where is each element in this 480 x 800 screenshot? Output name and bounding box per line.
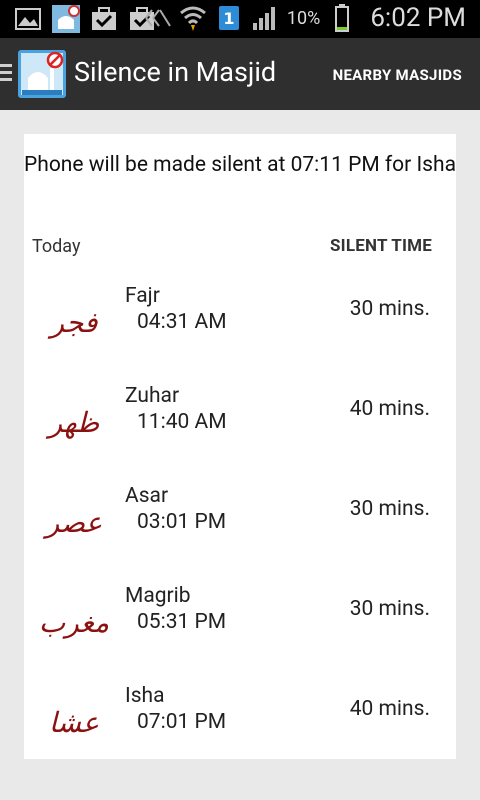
fajr-calligraphy-icon: فجر — [50, 305, 98, 339]
download-check-icon — [90, 5, 118, 33]
wifi-icon — [179, 4, 207, 32]
nearby-masjids-button[interactable]: NEARBY MASJIDS — [333, 66, 462, 84]
silent-duration[interactable]: 40 mins. — [350, 397, 430, 421]
column-header-silent-time: SILENT TIME — [330, 236, 432, 256]
silent-duration[interactable]: 40 mins. — [350, 697, 430, 721]
sim-1-icon: 1 — [215, 4, 243, 32]
prayer-time: 07:01 PM — [137, 710, 227, 734]
app-logo-icon[interactable] — [18, 50, 66, 98]
prayer-row-fajr[interactable]: فجر Fajr 04:31 AM 30 mins. — [24, 284, 456, 384]
silent-notice: Phone will be made silent at 07:11 PM fo… — [24, 153, 457, 177]
silence-app-icon — [52, 5, 80, 33]
gallery-icon — [14, 5, 42, 33]
column-header-today: Today — [32, 236, 81, 257]
battery-icon — [328, 4, 356, 32]
silent-duration[interactable]: 30 mins. — [350, 597, 430, 621]
silent-duration[interactable]: 30 mins. — [350, 297, 430, 321]
isha-calligraphy-icon: عشا — [48, 705, 100, 739]
menu-icon[interactable] — [0, 64, 12, 84]
silent-duration[interactable]: 30 mins. — [350, 497, 430, 521]
action-bar: Silence in Masjid NEARBY MASJIDS — [0, 38, 480, 110]
prayer-schedule-card: Phone will be made silent at 07:11 PM fo… — [24, 134, 456, 759]
no-sound-icon — [143, 4, 171, 32]
prayer-time: 04:31 AM — [137, 310, 227, 334]
asar-calligraphy-icon: عصر — [45, 505, 103, 539]
zuhar-calligraphy-icon: ظهر — [48, 405, 100, 439]
battery-percent: 10% — [286, 7, 321, 29]
prayer-row-asar[interactable]: عصر Asar 03:01 PM 30 mins. — [24, 484, 456, 584]
prayer-name: Asar — [125, 484, 169, 508]
prayer-row-magrib[interactable]: مغرب Magrib 05:31 PM 30 mins. — [24, 584, 456, 684]
clock: 6:02 PM — [370, 3, 466, 33]
svg-text:1: 1 — [223, 9, 234, 28]
prayer-time: 05:31 PM — [137, 610, 227, 634]
prayer-name: Zuhar — [125, 384, 180, 408]
prayer-time: 11:40 AM — [137, 410, 227, 434]
magrib-calligraphy-icon: مغرب — [38, 605, 110, 639]
prayer-name: Fajr — [125, 284, 160, 308]
status-bar: 1 10% 6:02 PM — [0, 0, 480, 38]
signal-icon — [251, 4, 279, 32]
prayer-row-isha[interactable]: عشا Isha 07:01 PM 40 mins. — [24, 684, 456, 784]
prayer-row-zuhar[interactable]: ظهر Zuhar 11:40 AM 40 mins. — [24, 384, 456, 484]
prayer-name: Isha — [125, 684, 165, 708]
prayer-name: Magrib — [125, 584, 191, 608]
app-title: Silence in Masjid — [74, 56, 277, 88]
prayer-time: 03:01 PM — [137, 510, 227, 534]
